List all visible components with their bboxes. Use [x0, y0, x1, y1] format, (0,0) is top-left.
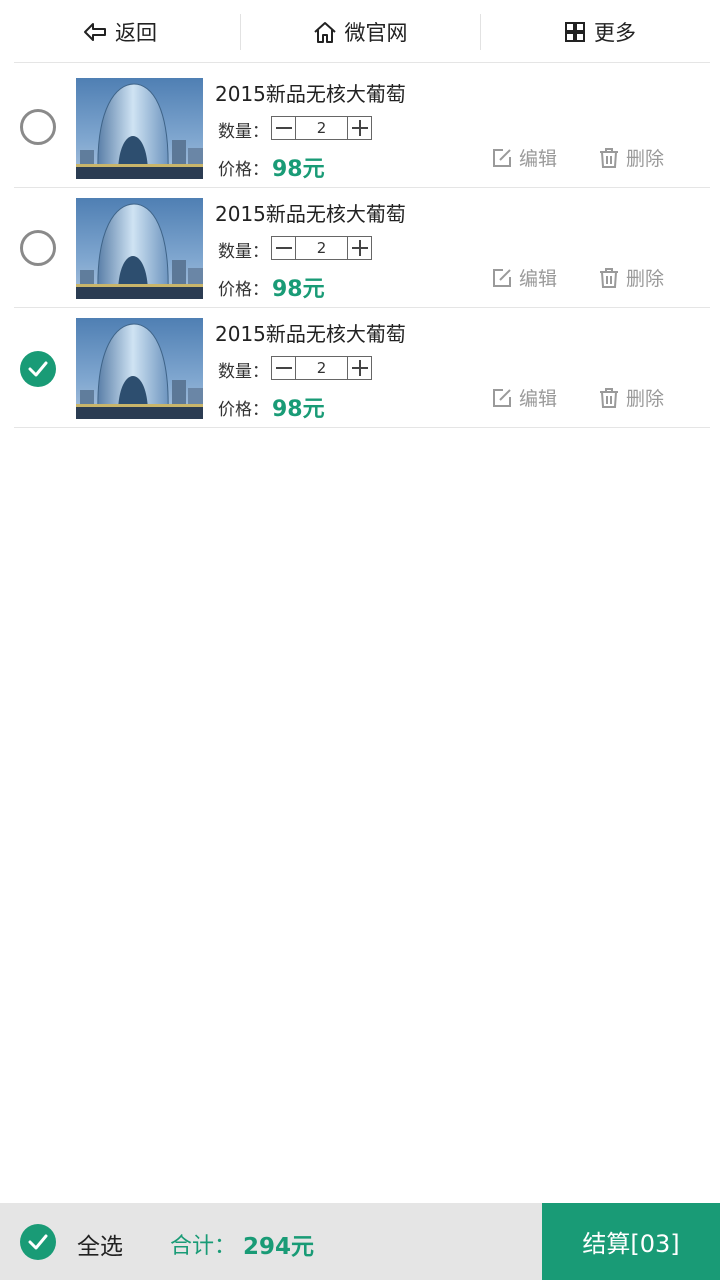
increment-button[interactable]	[347, 237, 371, 259]
back-label: 返回	[115, 21, 157, 45]
price-value: 98元	[272, 277, 325, 302]
product-title[interactable]: 2015新品无核大葡萄	[215, 78, 406, 107]
bottom-bar: 全选 合计： 294元 结算[03]	[0, 1203, 720, 1280]
edit-icon	[493, 388, 511, 407]
edit-button[interactable]: 编辑	[491, 384, 557, 411]
price-label: 价格：	[218, 280, 269, 300]
price-label: 价格：	[218, 400, 269, 420]
item-select-checkbox[interactable]	[20, 351, 56, 387]
delete-label: 删除	[626, 268, 665, 290]
product-title[interactable]: 2015新品无核大葡萄	[215, 198, 406, 227]
product-image[interactable]	[76, 318, 203, 419]
cart-item: 2015新品无核大葡萄 数量： 2 价格： 98元 编辑 删除	[0, 308, 720, 428]
edit-icon	[493, 268, 511, 287]
select-all-checkbox[interactable]	[20, 1224, 56, 1260]
price-label: 价格：	[218, 160, 269, 180]
decrement-button[interactable]	[272, 117, 296, 139]
product-title[interactable]: 2015新品无核大葡萄	[215, 318, 406, 347]
home-button[interactable]: 微官网	[240, 0, 480, 64]
delete-button[interactable]: 删除	[598, 144, 664, 171]
price-value: 98元	[272, 397, 325, 422]
delete-button[interactable]: 删除	[598, 264, 664, 291]
minus-icon	[275, 247, 292, 249]
back-arrow-icon	[83, 21, 107, 43]
decrement-button[interactable]	[272, 237, 296, 259]
trash-icon	[600, 147, 618, 168]
nav-divider	[14, 62, 710, 63]
trash-icon	[600, 387, 618, 408]
more-button[interactable]: 更多	[480, 0, 720, 64]
cart-item: 2015新品无核大葡萄 数量： 2 价格： 98元 编辑 删除	[0, 188, 720, 308]
edit-label: 编辑	[519, 388, 558, 410]
price-value: 98元	[272, 157, 325, 182]
quantity-stepper: 2	[271, 236, 372, 260]
edit-label: 编辑	[519, 148, 558, 170]
decrement-button[interactable]	[272, 357, 296, 379]
plus-icon	[351, 240, 368, 256]
total-value: 294元	[243, 1234, 315, 1260]
edit-label: 编辑	[519, 268, 558, 290]
quantity-label: 数量：	[218, 122, 269, 142]
grid-icon	[564, 21, 586, 43]
quantity-value[interactable]: 2	[296, 237, 347, 259]
checkout-button[interactable]: 结算[03]	[542, 1203, 720, 1280]
product-image[interactable]	[76, 198, 203, 299]
plus-icon	[351, 360, 368, 376]
plus-icon	[351, 120, 368, 136]
increment-button[interactable]	[347, 117, 371, 139]
product-image[interactable]	[76, 78, 203, 179]
quantity-value[interactable]: 2	[296, 117, 347, 139]
quantity-label: 数量：	[218, 362, 269, 382]
edit-button[interactable]: 编辑	[491, 264, 557, 291]
delete-button[interactable]: 删除	[598, 384, 664, 411]
back-button[interactable]: 返回	[0, 0, 240, 64]
home-icon	[313, 21, 337, 43]
home-label: 微官网	[344, 21, 408, 45]
check-icon	[28, 361, 48, 377]
edit-button[interactable]: 编辑	[491, 144, 557, 171]
quantity-label: 数量：	[218, 242, 269, 262]
quantity-stepper: 2	[271, 116, 372, 140]
delete-label: 删除	[626, 148, 665, 170]
total-label: 合计：	[170, 1234, 237, 1259]
trash-icon	[600, 267, 618, 288]
edit-icon	[493, 148, 511, 167]
delete-label: 删除	[626, 388, 665, 410]
increment-button[interactable]	[347, 357, 371, 379]
check-icon	[28, 1234, 48, 1250]
item-select-checkbox[interactable]	[20, 109, 56, 145]
select-all-label[interactable]: 全选	[77, 1227, 123, 1261]
top-nav: 返回 微官网 更多	[0, 0, 720, 64]
more-label: 更多	[594, 21, 636, 45]
cart-item: 2015新品无核大葡萄 数量： 2 价格： 98元 编辑 删除	[0, 64, 720, 188]
item-select-checkbox[interactable]	[20, 230, 56, 266]
item-divider	[14, 427, 710, 428]
minus-icon	[275, 127, 292, 129]
minus-icon	[275, 367, 292, 369]
quantity-value[interactable]: 2	[296, 357, 347, 379]
quantity-stepper: 2	[271, 356, 372, 380]
